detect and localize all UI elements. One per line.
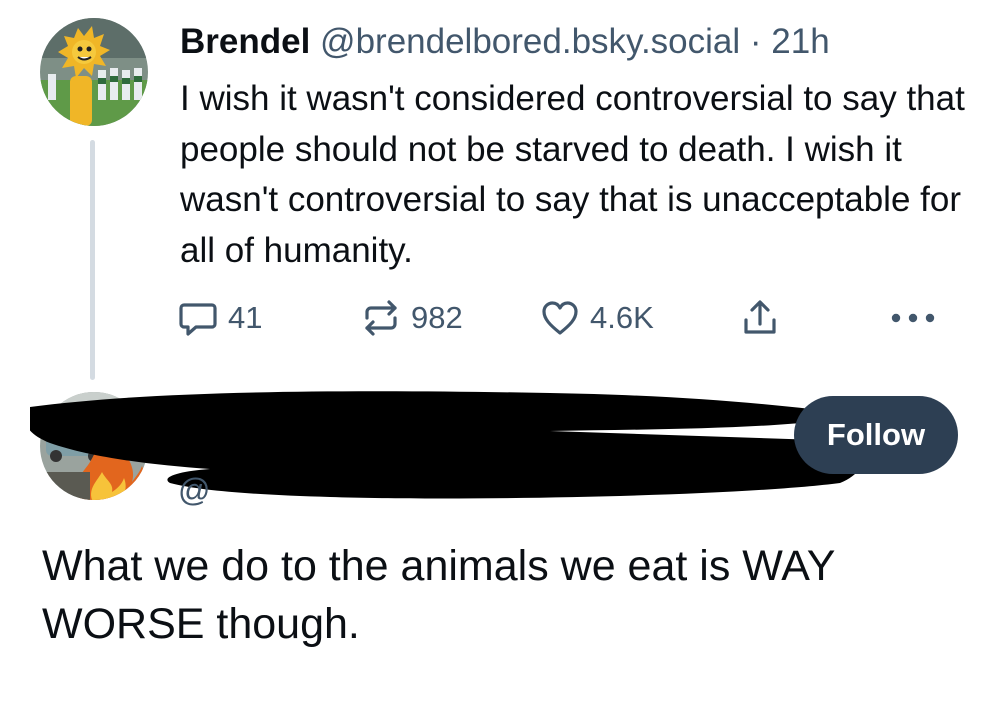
- reply-count: 41: [228, 300, 263, 335]
- post-action-bar: 41 982 4.6K: [178, 296, 958, 340]
- thread-line: [90, 140, 95, 380]
- share-icon: [744, 300, 776, 334]
- author-name[interactable]: Brendel: [180, 22, 310, 61]
- repost-button[interactable]: 982: [361, 296, 463, 340]
- post-header: Brendel @brendelbored.bsky.social · 21h: [180, 22, 830, 62]
- author-handle[interactable]: @brendelbored.bsky.social: [320, 22, 740, 61]
- post-timestamp[interactable]: 21h: [771, 22, 829, 61]
- more-icon: [891, 313, 935, 323]
- reply-handle-fragment: @: [178, 472, 211, 508]
- repost-count: 982: [411, 300, 463, 335]
- reply-icon: [179, 303, 217, 336]
- redaction-scribble: [30, 391, 860, 499]
- mascot-avatar-image: [40, 18, 148, 126]
- reply-text: What we do to the animals we eat is WAY …: [42, 542, 835, 648]
- more-options-button[interactable]: [888, 296, 938, 340]
- post-text: I wish it wasn't considered controversia…: [180, 79, 965, 270]
- like-button[interactable]: 4.6K: [540, 296, 654, 340]
- like-count: 4.6K: [590, 300, 654, 335]
- reply-button[interactable]: 41: [178, 296, 262, 340]
- like-icon: [542, 301, 578, 335]
- header-separator: ·: [749, 22, 762, 61]
- share-button[interactable]: [740, 296, 780, 340]
- author-avatar[interactable]: [40, 18, 148, 126]
- follow-button[interactable]: Follow: [794, 396, 958, 474]
- repost-icon: [365, 300, 397, 336]
